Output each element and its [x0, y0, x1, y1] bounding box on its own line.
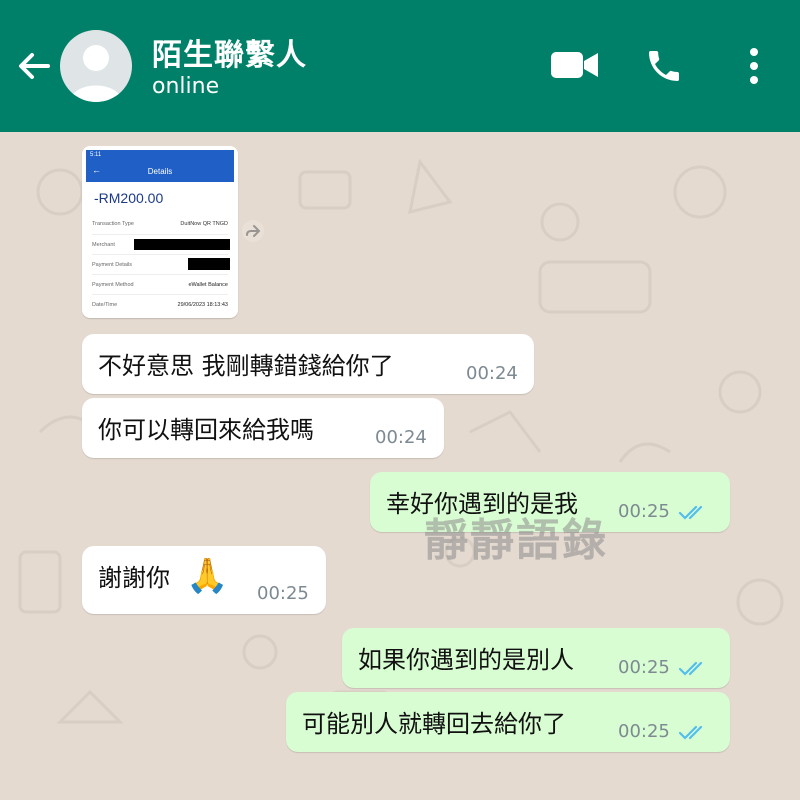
message-text: 你可以轉回來給我嗎	[98, 416, 314, 444]
receipt-row-value: 29/06/2023 18:13:43	[177, 302, 228, 308]
video-call-icon[interactable]	[550, 48, 600, 84]
image-message[interactable]: 5:11 ← Details -RM200.00 Transaction Typ…	[82, 146, 238, 318]
contact-status: online	[152, 74, 220, 99]
receipt-row-label: Merchant	[92, 242, 115, 248]
receipt-row-value: DuitNow QR TNGD	[180, 221, 228, 227]
message-text: 謝謝你	[98, 564, 170, 592]
message-time: 00:25	[257, 583, 309, 604]
message-time: 00:25	[618, 657, 670, 678]
receipt-row-value: eWallet Balance	[188, 282, 228, 288]
chat-header: 陌生聯繫人 online	[0, 0, 800, 132]
message-text: 可能別人就轉回去給你了	[302, 710, 566, 738]
more-options-icon[interactable]	[746, 46, 762, 86]
receipt-divider	[92, 294, 228, 295]
incoming-message[interactable]: 不好意思 我剛轉錯錢給你了 00:24	[82, 334, 534, 394]
watermark-text: 靜靜語錄	[424, 515, 608, 566]
praying-hands-emoji: 🙏	[186, 556, 229, 596]
incoming-message[interactable]: 你可以轉回來給我嗎 00:24	[82, 398, 444, 458]
receipt-amount: -RM200.00	[94, 190, 164, 206]
outgoing-message[interactable]: 如果你遇到的是別人 00:25	[342, 628, 730, 688]
voice-call-icon[interactable]	[644, 46, 684, 86]
message-text: 不好意思 我剛轉錯錢給你了	[98, 352, 394, 380]
contact-avatar[interactable]	[60, 30, 132, 102]
incoming-message[interactable]: 謝謝你 🙏 00:25	[82, 546, 326, 614]
receipt-row-label: Payment Details	[92, 262, 133, 268]
redaction-bar	[134, 239, 230, 250]
message-text: 如果你遇到的是別人	[358, 646, 574, 674]
message-time: 00:24	[375, 427, 427, 448]
outgoing-message[interactable]: 可能別人就轉回去給你了 00:25	[286, 692, 730, 752]
receipt-divider	[92, 254, 228, 255]
message-time: 00:24	[466, 363, 518, 384]
read-double-check-icon	[678, 505, 703, 520]
message-time: 00:25	[618, 721, 670, 742]
payment-receipt-image: 5:11 ← Details -RM200.00 Transaction Typ…	[86, 150, 234, 314]
receipt-row-label: Transaction Type	[92, 221, 134, 227]
receipt-divider	[92, 274, 228, 275]
receipt-title: Details	[147, 167, 173, 176]
receipt-divider	[92, 234, 228, 235]
message-time: 00:25	[618, 501, 670, 522]
forward-icon[interactable]	[242, 220, 264, 242]
default-avatar-icon	[70, 45, 122, 102]
read-double-check-icon	[678, 725, 703, 740]
receipt-row-label: Payment Method	[92, 282, 134, 288]
read-double-check-icon	[678, 661, 703, 676]
back-arrow-icon[interactable]	[14, 46, 54, 86]
receipt-header: 5:11 ← Details	[86, 150, 234, 182]
contact-name[interactable]: 陌生聯繫人	[152, 30, 307, 74]
receipt-status-time: 5:11	[90, 152, 102, 158]
redaction-bar	[188, 258, 230, 270]
receipt-row-label: Date/Time	[92, 302, 118, 308]
